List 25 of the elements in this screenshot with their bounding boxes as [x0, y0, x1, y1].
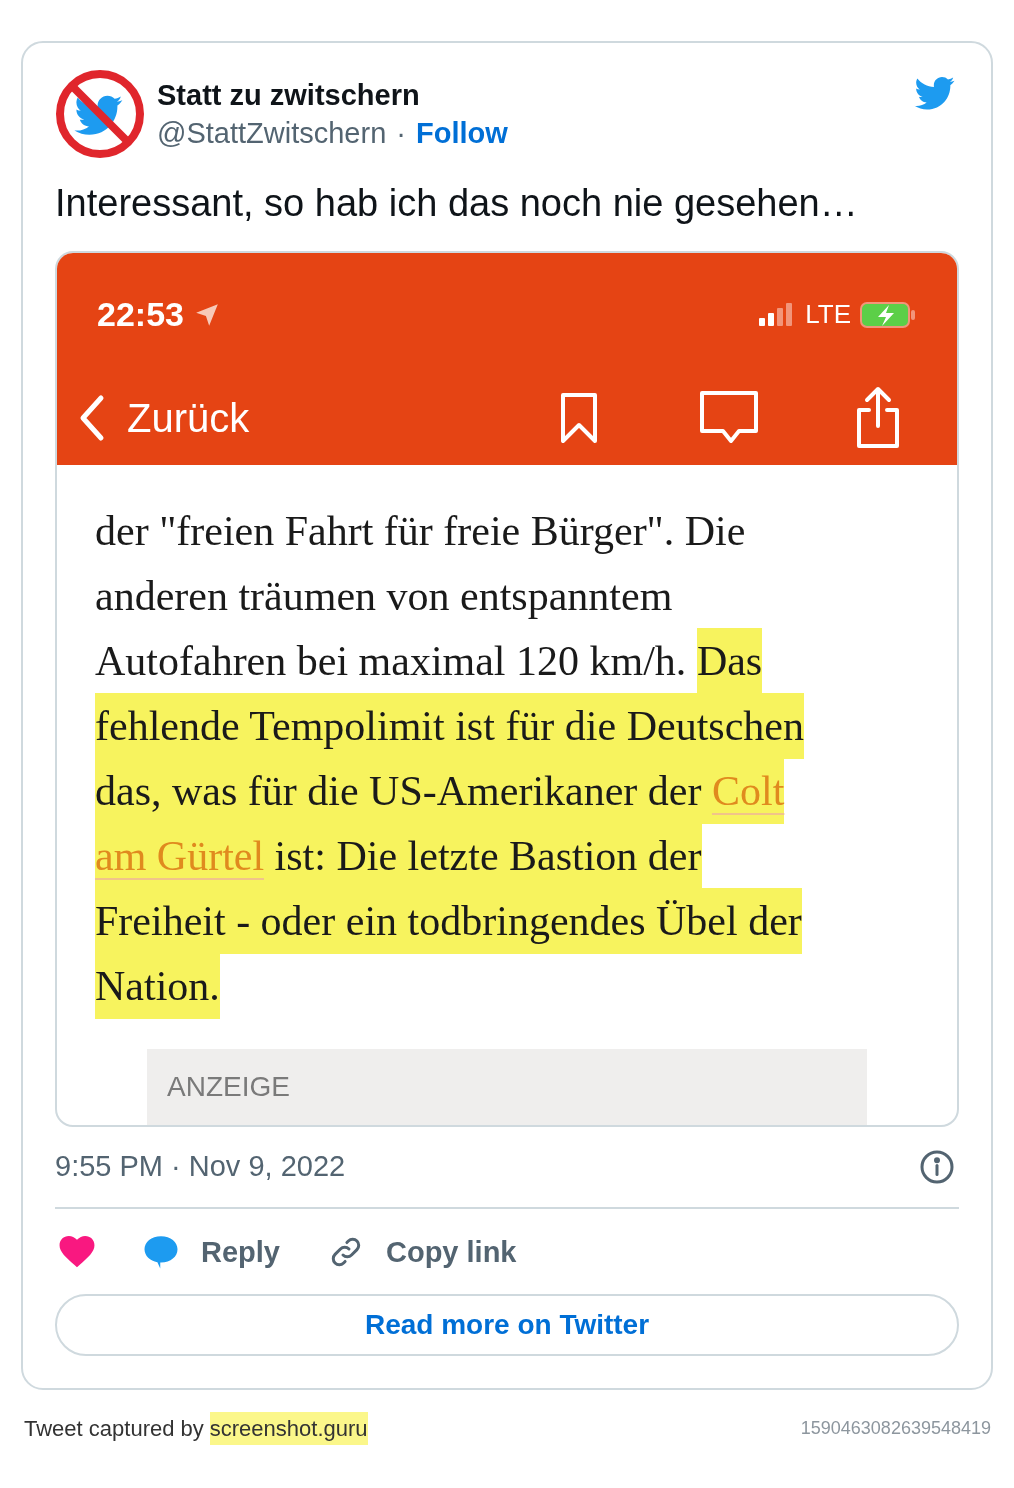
share-icon[interactable]	[855, 386, 901, 450]
separator-dot: ·	[396, 116, 406, 151]
back-button[interactable]: Zurück	[77, 388, 250, 448]
crossed-bird-avatar-icon	[55, 69, 145, 159]
bookmark-icon[interactable]	[559, 391, 599, 445]
author-name: Statt zu zwitschern	[157, 78, 421, 113]
info-icon[interactable]	[919, 1148, 955, 1185]
battery-charging-icon	[859, 300, 917, 329]
tweet-timestamp: 9:55 PM · Nov 9, 2022	[55, 1149, 346, 1184]
tweet-text: Interessant, so hab ich das noch nie gesehen…	[55, 181, 859, 226]
ad-label: ANZEIGE	[167, 1070, 290, 1104]
like-button[interactable]	[59, 1236, 95, 1269]
follow-link[interactable]: Follow	[415, 113, 508, 153]
copy-button[interactable]: Copy link	[328, 1230, 517, 1274]
tweet-id: 1590463082639548419	[800, 1417, 991, 1440]
heart-icon	[59, 1236, 95, 1269]
captured-by-text: Tweet captured by	[24, 1415, 204, 1443]
status-time: 22:53	[97, 294, 184, 335]
article-paragraph: der "freien Fahrt für freie Bürger". Die anderen träumen von entspanntem Autofahren bei maximal 120 km/h. Das fehlende Tempolimit ist für die Deutschen das, was für die US-Amerikaner der Colt am Gürtel ist: Die letzte Bastion der Freiheit - oder ein todbringendes Übel der Nation.	[95, 499, 919, 1019]
comment-icon[interactable]	[699, 390, 759, 446]
read-more-button[interactable]: Read more on Twitter	[55, 1294, 959, 1356]
network-label: LTE	[805, 298, 851, 331]
author-handle: @StattZwitschern	[157, 116, 387, 151]
site-link[interactable]: screenshot.guru	[209, 1412, 368, 1445]
reply-button[interactable]: Reply	[143, 1230, 280, 1274]
